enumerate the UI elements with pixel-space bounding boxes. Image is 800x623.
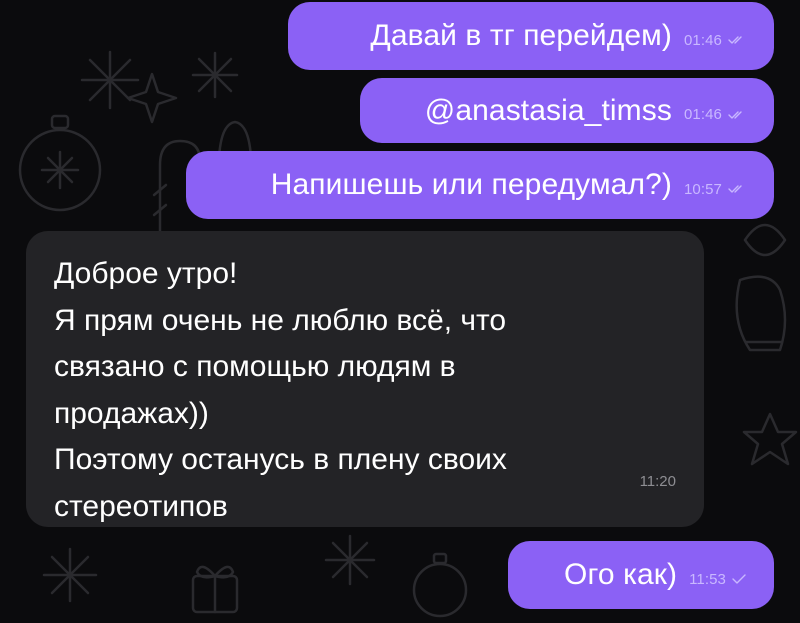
message-text: @anastasia_timss	[424, 93, 672, 127]
message-text-line: Поэтому останусь в плену своих	[54, 443, 507, 476]
message-outgoing[interactable]: Ого как) 11:53	[508, 541, 774, 609]
double-check-icon	[728, 110, 742, 119]
double-check-icon	[728, 185, 742, 193]
message-time: 11:20	[639, 472, 676, 490]
message-outgoing[interactable]: Давай в тг перейдем) 01:46	[288, 2, 774, 70]
message-meta: 01:46	[684, 32, 746, 49]
double-check-icon	[728, 36, 742, 44]
message-time: 11:53	[689, 570, 726, 588]
message-text-line: связано с помощью людям в	[54, 350, 456, 383]
message-text: Ого как)	[564, 558, 678, 591]
message-text-line: стереотипов	[54, 489, 228, 523]
check-icon	[732, 574, 746, 584]
message-time: 01:46	[683, 106, 722, 123]
message-meta: 11:53	[689, 571, 746, 588]
message-text: Давай в тг перейдем)	[370, 19, 672, 52]
message-outgoing[interactable]: Напишешь или передумал?) 10:57	[186, 151, 774, 219]
chat-message-list: Давай в тг перейдем) 01:46 @anastasia_ti…	[0, 0, 800, 623]
message-text-line: Я прям очень не люблю всё, что	[54, 303, 507, 337]
message-text-line: Доброе утро!	[54, 257, 238, 290]
message-text-line: продажах))	[54, 396, 209, 430]
message-outgoing[interactable]: @anastasia_timss 01:46	[360, 78, 774, 143]
message-meta: 10:57	[684, 181, 746, 198]
message-time: 10:57	[683, 180, 722, 198]
message-time: 01:46	[683, 31, 722, 49]
message-meta: 01:46	[684, 106, 746, 123]
message-incoming[interactable]: Доброе утро! Я прям очень не люблю всё, …	[26, 231, 704, 527]
message-text: Напишешь или передумал?)	[270, 168, 672, 201]
